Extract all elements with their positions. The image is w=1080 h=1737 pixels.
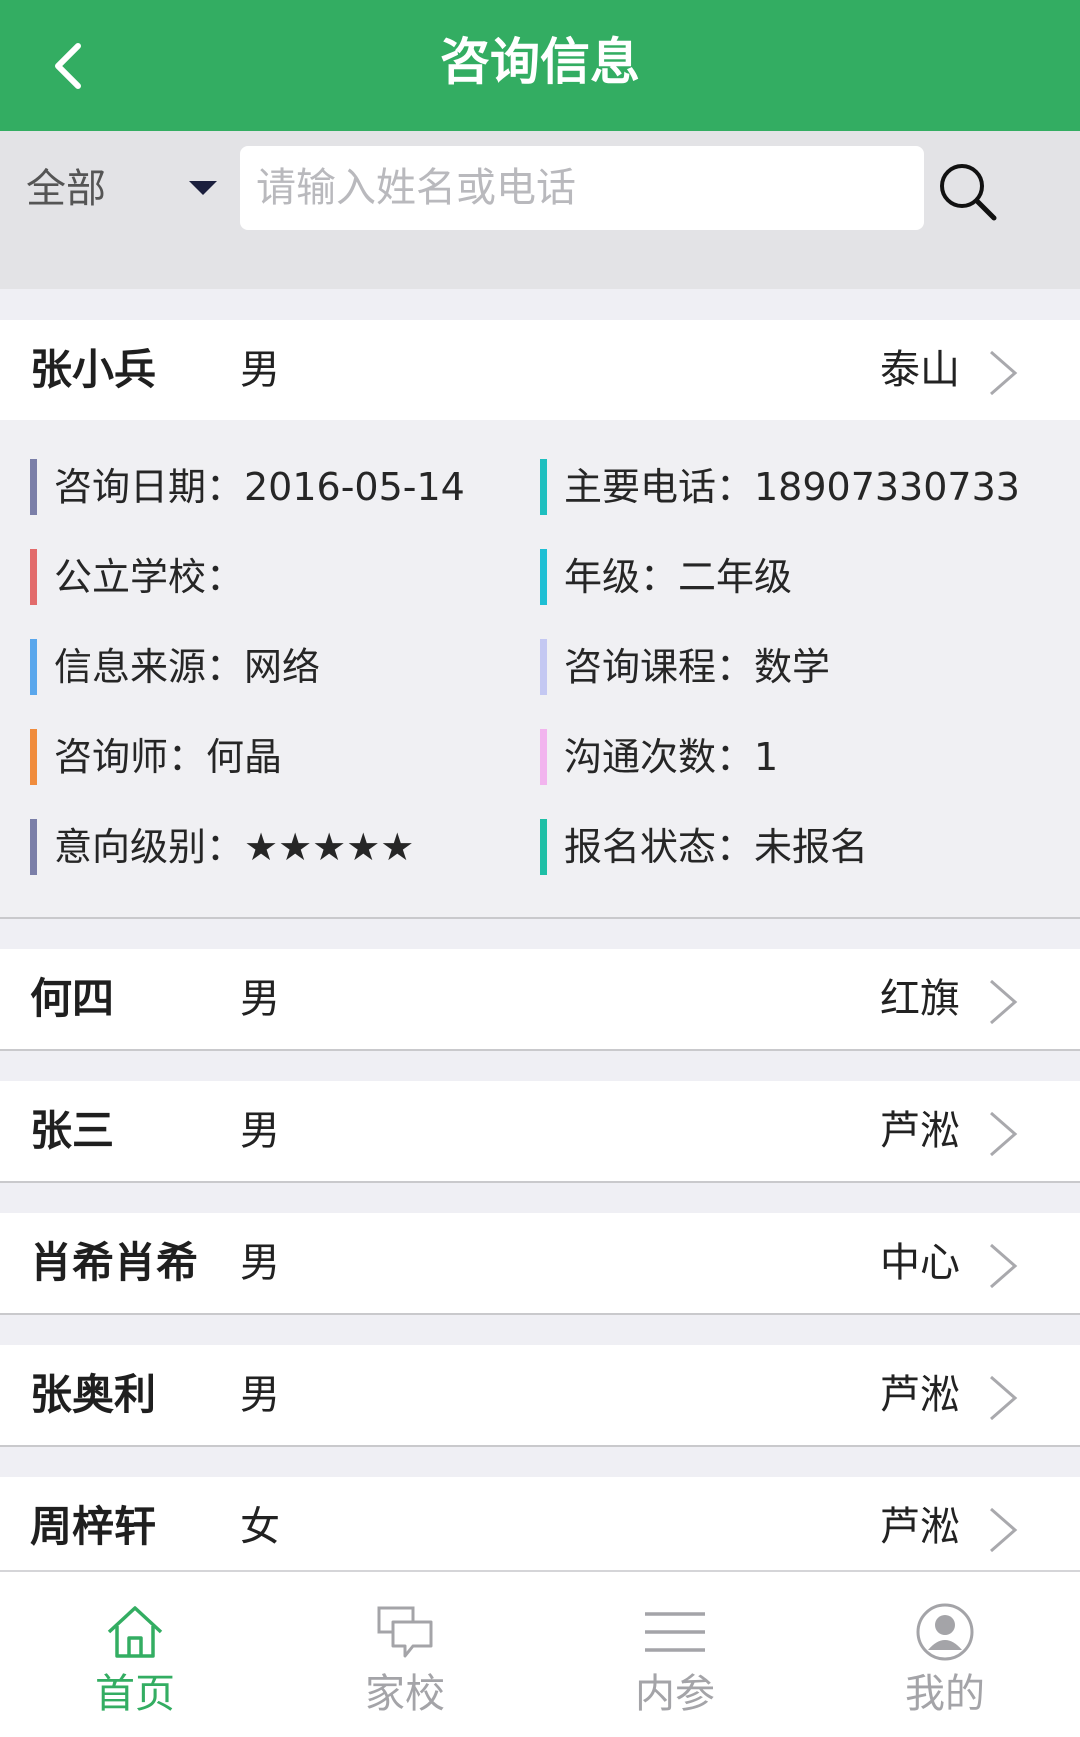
record-detail-panel: 咨询日期：2016-05-14 主要电话：18907330733 公立学校： 年… — [0, 420, 1080, 917]
campus-name: 中心 — [880, 1240, 960, 1286]
record-row[interactable]: 肖希肖希 男 中心 — [0, 1213, 1080, 1313]
page-title: 咨询信息 — [440, 33, 640, 91]
record-row[interactable]: 张小兵 男 泰山 — [0, 320, 1080, 420]
record-row[interactable]: 何四 男 红旗 — [0, 949, 1080, 1049]
divider — [0, 1049, 1080, 1051]
tab-label: 首页 — [95, 1671, 175, 1717]
tab-label: 内参 — [635, 1671, 715, 1717]
divider — [0, 1181, 1080, 1183]
campus-name: 泰山 — [880, 347, 960, 393]
tab-home[interactable]: 首页 — [0, 1572, 270, 1737]
student-name: 张三 — [30, 1106, 115, 1155]
filter-dropdown[interactable]: 全部 — [26, 149, 226, 229]
dropdown-arrow-icon — [189, 181, 217, 195]
accent-bar — [30, 459, 37, 515]
student-name: 肖希肖希 — [30, 1238, 199, 1287]
bottom-tab-bar: 首页 家校 内参 我的 — [0, 1570, 1080, 1737]
chevron-right-icon — [990, 1375, 1018, 1421]
student-name: 张奥利 — [30, 1370, 157, 1419]
tab-reference[interactable]: 内参 — [540, 1572, 810, 1737]
student-gender: 男 — [240, 1108, 280, 1154]
search-input[interactable] — [240, 146, 924, 230]
accent-bar — [540, 819, 547, 875]
student-gender: 男 — [240, 347, 280, 393]
accent-bar — [30, 639, 37, 695]
accent-bar — [540, 639, 547, 695]
home-icon — [107, 1606, 163, 1658]
back-arrow-icon[interactable] — [40, 36, 100, 96]
tab-mine[interactable]: 我的 — [810, 1572, 1080, 1737]
search-bar: 全部 — [0, 131, 1080, 289]
campus-name: 芦淞 — [880, 1372, 960, 1418]
campus-name: 芦淞 — [880, 1108, 960, 1154]
student-gender: 男 — [240, 976, 280, 1022]
app-header: 咨询信息 — [0, 0, 1080, 131]
tab-label: 家校 — [365, 1671, 445, 1717]
chevron-right-icon — [990, 1111, 1018, 1157]
student-name: 张小兵 — [30, 345, 157, 394]
chat-icon — [377, 1606, 433, 1658]
record-row[interactable]: 周梓轩 女 芦淞 — [0, 1477, 1080, 1570]
divider — [0, 1313, 1080, 1315]
accent-bar — [30, 549, 37, 605]
user-icon — [916, 1603, 974, 1661]
record-row[interactable]: 张三 男 芦淞 — [0, 1081, 1080, 1181]
chevron-right-icon — [990, 979, 1018, 1025]
divider — [0, 1445, 1080, 1447]
campus-name: 红旗 — [880, 976, 960, 1022]
student-name: 何四 — [30, 974, 115, 1023]
filter-value: 全部 — [26, 166, 106, 212]
chevron-right-icon — [990, 1507, 1018, 1553]
record-row[interactable]: 张奥利 男 芦淞 — [0, 1345, 1080, 1445]
campus-name: 芦淞 — [880, 1504, 960, 1550]
accent-bar — [540, 459, 547, 515]
accent-bar — [30, 819, 37, 875]
tab-home-school[interactable]: 家校 — [270, 1572, 540, 1737]
chevron-right-icon — [990, 350, 1018, 396]
student-gender: 女 — [240, 1504, 280, 1550]
divider — [0, 917, 1080, 919]
menu-icon — [645, 1612, 705, 1652]
student-name: 周梓轩 — [30, 1502, 157, 1551]
student-gender: 男 — [240, 1240, 280, 1286]
accent-bar — [540, 729, 547, 785]
search-icon[interactable] — [936, 160, 1000, 224]
accent-bar — [30, 729, 37, 785]
accent-bar — [540, 549, 547, 605]
student-gender: 男 — [240, 1372, 280, 1418]
tab-label: 我的 — [905, 1671, 985, 1717]
chevron-right-icon — [990, 1243, 1018, 1289]
